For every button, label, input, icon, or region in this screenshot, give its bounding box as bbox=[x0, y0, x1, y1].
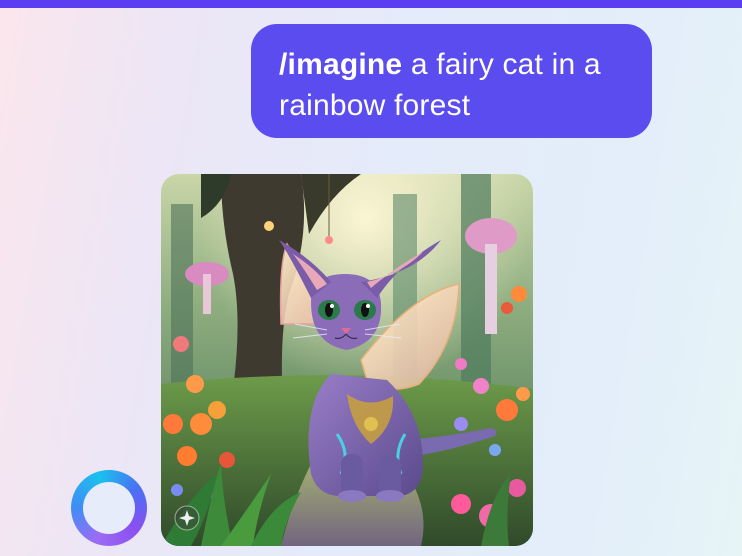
ai-ring-icon[interactable] bbox=[71, 470, 147, 546]
user-prompt-bubble: /imagine a fairy cat in a rainbow forest bbox=[251, 24, 652, 138]
sparkle-watermark-icon bbox=[174, 505, 200, 531]
imagine-command: /imagine bbox=[279, 48, 403, 81]
generated-image[interactable] bbox=[161, 174, 533, 546]
fairy-cat-artwork bbox=[161, 174, 533, 546]
top-accent-bar bbox=[0, 0, 742, 8]
